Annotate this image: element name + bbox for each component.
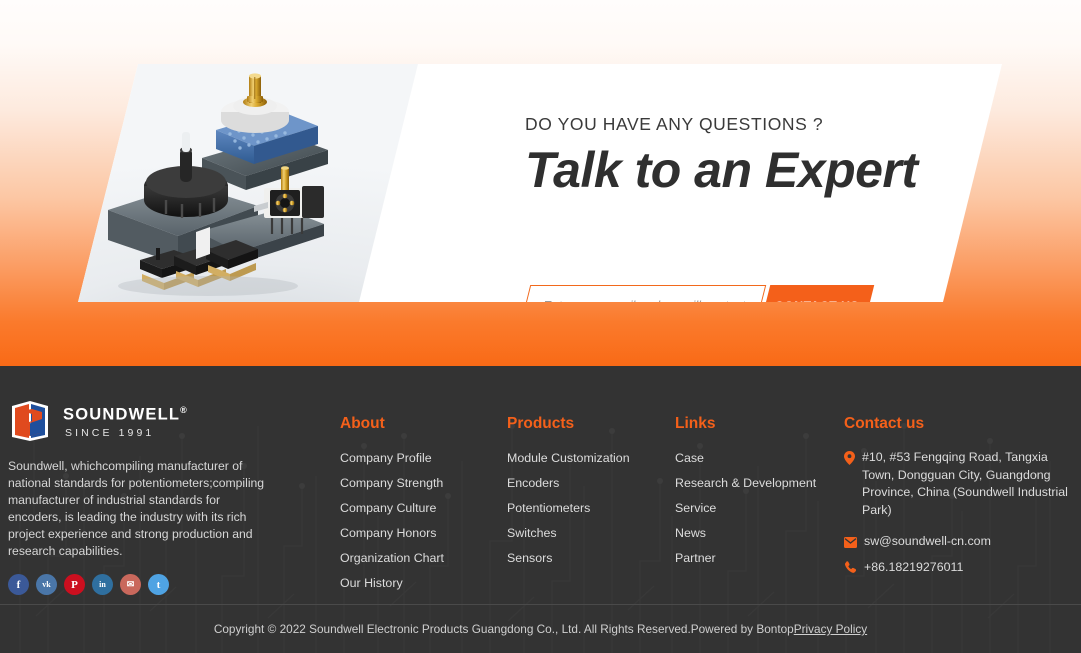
footer-column-title: Products [507,415,575,432]
footer-link[interactable]: Organization Chart [340,551,444,565]
footer-link[interactable]: Company Profile [340,451,432,465]
contact-address-row: #10, #53 Fengqing Road, Tangxia Town, Do… [844,449,1079,519]
email-field-wrap [519,285,767,302]
soundwell-logo-icon [12,401,48,441]
footer-link-item: Encoders [507,474,630,492]
footer-column-links: Links Case Research & Development Service N… [675,415,816,574]
brand-since: SINCE 1991 [65,427,155,440]
cta-title: Talk to an Expert [525,142,918,198]
footer-link-item: Service [675,499,816,517]
footer-link[interactable]: Company Strength [340,476,443,490]
footer-link[interactable]: Company Honors [340,526,436,540]
contact-phone: +86.18219276011 [864,560,964,574]
footer-column-about: About Company Profile Company Strength Com… [340,415,444,599]
location-pin-icon [844,451,855,470]
footer-link-item: Research & Development [675,474,816,492]
cta-eyebrow: DO YOU HAVE ANY QUESTIONS ? [525,114,824,134]
footer-link[interactable]: Partner [675,551,716,565]
footer-link-list: Module Customization Encoders Potentiomete… [507,449,630,567]
footer-column-products: Products Module Customization Encoders Pot… [507,415,630,574]
site-footer: SOUNDWELL® SINCE 1991 Soundwell, whichco… [0,366,1081,653]
footer-column-title: About [340,415,385,432]
brand-lockup: SOUNDWELL® SINCE 1991 [8,399,278,445]
vk-icon[interactable]: vk [36,574,57,595]
contact-us-button-label: CONTACT US [774,299,860,313]
footer-link-item: Sensors [507,549,630,567]
footer-link[interactable]: Encoders [507,476,559,490]
contact-phone-row[interactable]: +86.18219276011 [844,559,1079,579]
footer-brand-column: SOUNDWELL® SINCE 1991 Soundwell, whichco… [8,399,278,595]
footer-link-item: Potentiometers [507,499,630,517]
contact-email: sw@soundwell-cn.com [864,534,991,548]
pinterest-icon[interactable]: P [64,574,85,595]
phone-icon [844,561,857,579]
footer-link[interactable]: Potentiometers [507,501,590,515]
registered-mark: ® [180,404,188,415]
product-photo-illustration [108,73,328,296]
contact-email-row[interactable]: sw@soundwell-cn.com [844,533,1079,553]
contact-address: #10, #53 Fengqing Road, Tangxia Town, Do… [862,450,1068,517]
cta-section: DO YOU HAVE ANY QUESTIONS ? Talk to an E… [0,0,1081,366]
brand-text: SOUNDWELL® SINCE 1991 [63,405,188,440]
footer-link-item: Switches [507,524,630,542]
footer-link-list: Case Research & Development Service News Par… [675,449,816,567]
footer-link-item: Company Strength [340,474,444,492]
footer-column-title: Links [675,415,716,432]
footer-link[interactable]: News [675,526,706,540]
footer-link[interactable]: Sensors [507,551,552,565]
footer-link-item: Our History [340,574,444,592]
footer-link-item: Partner [675,549,816,567]
footer-link[interactable]: Our History [340,576,403,590]
footer-columns: SOUNDWELL® SINCE 1991 Soundwell, whichco… [0,366,1081,604]
cta-text-block: DO YOU HAVE ANY QUESTIONS ? Talk to an E… [525,114,945,197]
privacy-policy-link[interactable]: Privacy Policy [794,622,867,636]
contact-us-button[interactable]: CONTACT US [759,285,875,313]
brand-name: SOUNDWELL® [63,405,188,425]
footer-link-item: Company Culture [340,499,444,517]
product-photo [78,64,418,302]
brand-description: Soundwell, whichcompiling manufacturer o… [8,459,265,558]
cta-card: DO YOU HAVE ANY QUESTIONS ? Talk to an E… [78,64,1002,302]
linkedin-icon[interactable]: in [92,574,113,595]
contact-column-title: Contact us [844,415,925,432]
footer-link[interactable]: Case [675,451,704,465]
brand-name-word: SOUNDWELL [63,405,181,424]
copyright-bar: Copyright © 2022 Soundwell Electronic Pr… [0,604,1081,653]
social-links: f vk Pin ✉ t [8,574,278,595]
footer-link-item: Company Honors [340,524,444,542]
contact-form: CONTACT US [519,285,875,313]
email-input[interactable] [543,285,753,302]
footer-column-contact: Contact us #10, #53 Fengqing Road, Tangx… [844,415,1079,585]
email-icon[interactable]: ✉ [120,574,141,595]
footer-link-item: Module Customization [507,449,630,467]
footer-link[interactable]: Company Culture [340,501,436,515]
footer-link-list: Company Profile Company Strength Company C… [340,449,444,592]
footer-link[interactable]: Service [675,501,716,515]
footer-link[interactable]: Switches [507,526,557,540]
facebook-icon[interactable]: f [8,574,29,595]
footer-link[interactable]: Module Customization [507,451,630,465]
footer-link[interactable]: Research & Development [675,476,816,490]
envelope-icon [844,535,857,553]
powered-by-text: Powered by Bontop [690,622,794,636]
footer-link-item: Company Profile [340,449,444,467]
copyright-text: Copyright © 2022 Soundwell Electronic Pr… [213,622,691,636]
twitter-icon[interactable]: t [148,574,169,595]
footer-link-item: News [675,524,816,542]
footer-link-item: Case [675,449,816,467]
footer-link-item: Organization Chart [340,549,444,567]
